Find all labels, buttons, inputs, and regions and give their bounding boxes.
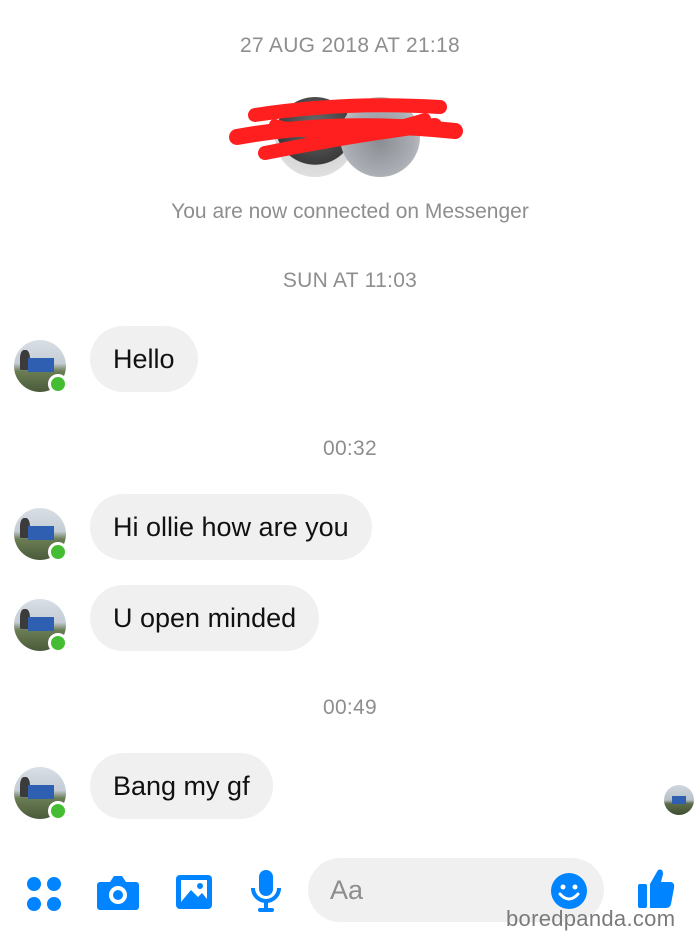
message-row: U open minded xyxy=(0,585,700,655)
message-input-placeholder: Aa xyxy=(330,875,364,905)
camera-icon[interactable] xyxy=(96,872,140,912)
redaction-scribble xyxy=(229,98,463,160)
timestamp: 00:32 xyxy=(322,437,378,460)
message-bubble[interactable]: U open minded xyxy=(90,585,320,651)
timestamp: SUN AT 11:03 xyxy=(282,269,418,292)
microphone-icon[interactable] xyxy=(248,868,284,916)
seen-receipt-avatar xyxy=(664,785,694,815)
connected-notice: You are now connected on Messenger xyxy=(171,200,529,223)
apps-icon[interactable] xyxy=(24,874,64,914)
timestamp: 00:49 xyxy=(322,696,378,719)
emoji-icon[interactable] xyxy=(550,872,588,910)
online-indicator xyxy=(48,801,68,821)
top-timestamp: 27 AUG 2018 AT 21:18 xyxy=(239,34,461,57)
online-indicator xyxy=(48,542,68,562)
message-bubble[interactable]: Hi ollie how are you xyxy=(90,494,372,560)
thumbs-up-icon[interactable] xyxy=(636,866,676,910)
message-bubble[interactable]: Bang my gf xyxy=(90,753,273,819)
watermark: boredpanda.com xyxy=(506,906,676,931)
message-bubble[interactable]: Hello xyxy=(90,326,198,392)
gallery-icon[interactable] xyxy=(174,872,214,912)
message-row: Bang my gf xyxy=(0,753,700,823)
message-row: Hello xyxy=(0,326,700,396)
message-row: Hi ollie how are you xyxy=(0,494,700,564)
online-indicator xyxy=(48,374,68,394)
online-indicator xyxy=(48,633,68,653)
